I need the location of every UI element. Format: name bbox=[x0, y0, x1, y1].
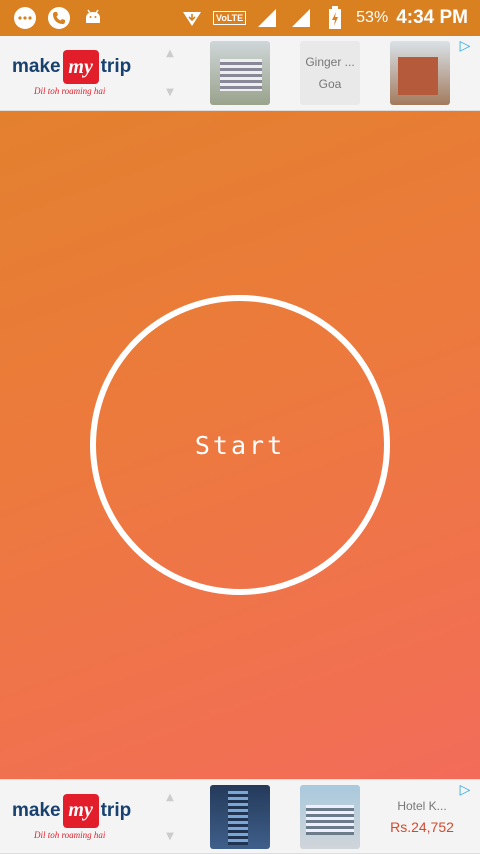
ad-image-hotel-2[interactable] bbox=[390, 41, 450, 105]
brand-trip: trip bbox=[100, 56, 132, 77]
phone-icon bbox=[46, 5, 72, 31]
start-label: Start bbox=[194, 430, 286, 460]
battery-icon bbox=[322, 5, 348, 31]
brand-logo[interactable]: make my trip Dil toh roaming hai bbox=[0, 50, 160, 96]
download-icon bbox=[179, 5, 205, 31]
brand-tagline: Dil toh roaming hai bbox=[34, 829, 106, 840]
ad-card-text[interactable]: Ginger ... Goa bbox=[300, 41, 360, 105]
brand-make: make bbox=[12, 56, 61, 77]
ad-banner-top[interactable]: make my trip Dil toh roaming hai ▲ ▼ Gin… bbox=[0, 36, 480, 111]
chevron-down-icon[interactable]: ▼ bbox=[166, 87, 174, 98]
chevron-down-icon[interactable]: ▼ bbox=[166, 831, 174, 842]
ad-image-hotel[interactable] bbox=[210, 784, 270, 849]
chevron-up-icon[interactable]: ▲ bbox=[166, 792, 174, 803]
ad-card-price: Rs.24,752 bbox=[390, 818, 454, 835]
adchoices-icon[interactable]: ▷ bbox=[456, 38, 474, 54]
brand-my-badge: my bbox=[62, 50, 99, 84]
status-bar: VoLTE 53% 4:34 PM bbox=[0, 0, 480, 36]
ad-card-title: Hotel K... bbox=[397, 798, 447, 813]
ad-price-card[interactable]: Hotel K... Rs.24,752 bbox=[384, 799, 460, 835]
chevron-up-icon[interactable]: ▲ bbox=[166, 48, 174, 59]
carousel-arrows[interactable]: ▲ ▼ bbox=[160, 48, 180, 98]
signal-icon bbox=[254, 5, 280, 31]
clock: 4:34 PM bbox=[396, 7, 468, 28]
ad-image-hotel-2[interactable] bbox=[300, 784, 360, 849]
brand-logo[interactable]: make my trip Dil toh roaming hai bbox=[0, 793, 160, 840]
message-icon bbox=[12, 5, 38, 31]
ad-image-hotel[interactable] bbox=[210, 41, 270, 105]
ad-card-title: Ginger ... bbox=[305, 55, 355, 69]
brand-my-badge: my bbox=[62, 793, 99, 828]
ad-card-subtitle: Goa bbox=[318, 77, 342, 91]
brand-trip: trip bbox=[100, 799, 132, 821]
signal-icon bbox=[288, 5, 314, 31]
brand-make: make bbox=[12, 799, 61, 821]
brand-tagline: Dil toh roaming hai bbox=[34, 86, 106, 96]
android-icon bbox=[80, 5, 106, 31]
adchoices-icon[interactable]: ▷ bbox=[456, 782, 474, 798]
battery-percent: 53% bbox=[356, 9, 389, 26]
start-button[interactable]: Start bbox=[90, 295, 390, 595]
status-right: VoLTE 53% 4:34 PM bbox=[179, 5, 468, 31]
status-left bbox=[12, 5, 106, 31]
ad-banner-bottom[interactable]: make my trip Dil toh roaming hai ▲ ▼ Hot… bbox=[0, 779, 480, 854]
carousel-arrows[interactable]: ▲ ▼ bbox=[160, 792, 180, 842]
volte-icon: VoLTE bbox=[212, 11, 247, 25]
